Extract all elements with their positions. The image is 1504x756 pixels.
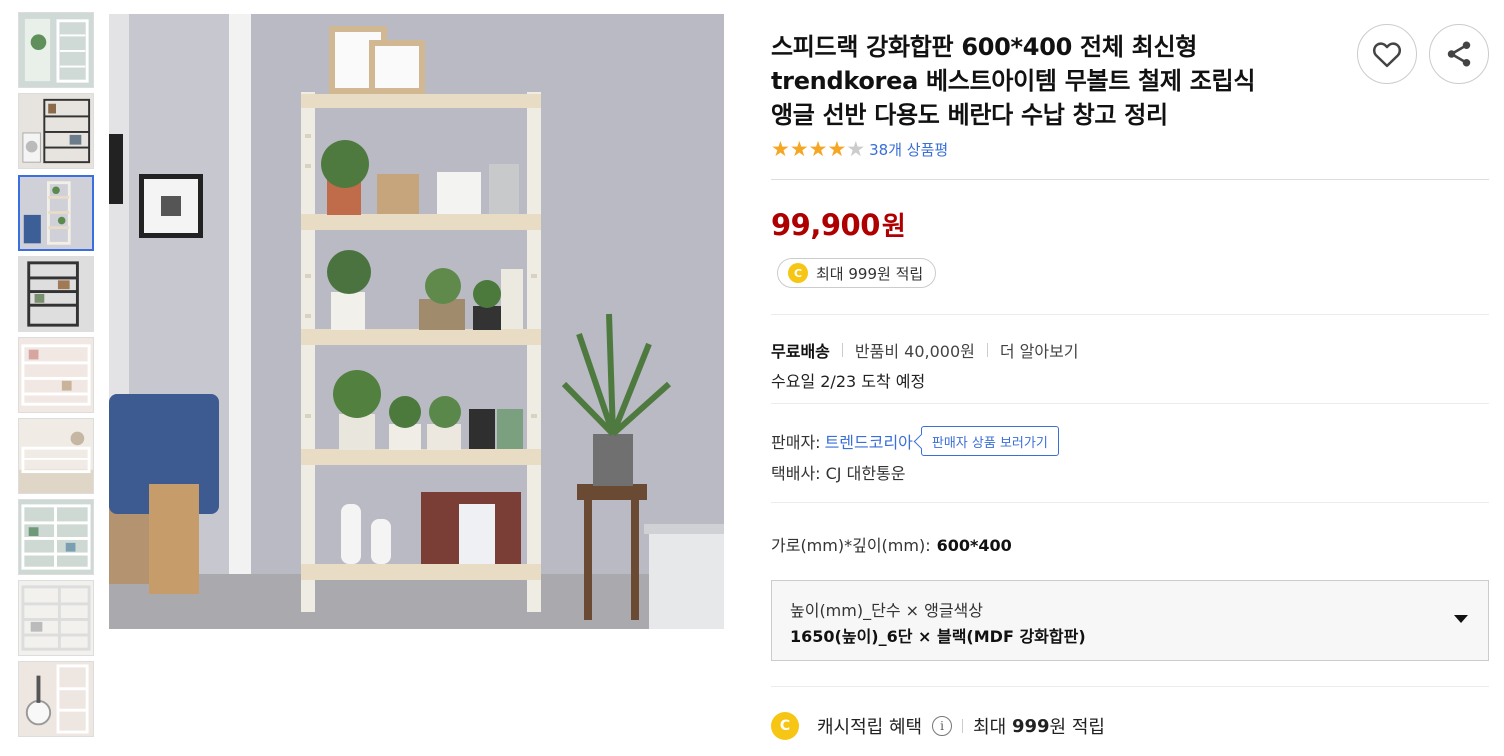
arrival-date: 수요일 2/23 도착 예정	[771, 372, 926, 391]
wishlist-button[interactable]	[1357, 24, 1417, 84]
cash-benefit-label: 캐시적립 혜택	[817, 717, 923, 738]
star-filled-icon: ★	[771, 137, 790, 161]
info-icon[interactable]: i	[932, 716, 953, 736]
benefit-amount: 999	[1011, 715, 1050, 737]
star-filled-icon: ★	[789, 137, 809, 161]
rating-row: ★ ★ ★ ★ ★ 38개 상품평	[771, 139, 948, 160]
option-label: 높이(mm)_단수 × 앵글색상	[790, 601, 983, 620]
divider	[771, 403, 1489, 404]
seller-label: 판매자:	[771, 433, 821, 452]
benefit-prefix: 최대	[973, 717, 1007, 738]
price-amount: 99,900	[771, 208, 880, 242]
cash-reward-text: 최대 999원 적립	[816, 264, 924, 283]
thumbnail-6[interactable]	[18, 418, 94, 494]
option-selected-value: 1650(높이)_6단 × 블랙(MDF 강화합판)	[790, 627, 1086, 646]
divider	[771, 686, 1489, 687]
thumbnail-3-selected[interactable]	[18, 175, 94, 251]
seller-row: 판매자: 트렌드코리아 판매자 상품 보러가기	[771, 426, 1059, 456]
product-title-line: 스피드랙 강화합판 600*400 전체 최신형	[771, 33, 1198, 61]
free-shipping-label: 무료배송	[771, 342, 830, 361]
courier-info: 택배사: CJ 대한통운	[771, 464, 906, 483]
product-title-line: trendkorea 베스트아이템 무볼트 철제 조립식	[771, 67, 1256, 95]
thumbnail-5[interactable]	[18, 337, 94, 413]
product-title-line: 앵글 선반 다용도 베란다 수납 창고 정리	[771, 101, 1168, 129]
divider	[771, 502, 1489, 503]
thumbnail-4[interactable]	[18, 256, 94, 332]
price-unit: 원	[881, 212, 906, 242]
star-filled-icon: ★	[827, 137, 847, 161]
thumbnail-8[interactable]	[18, 580, 94, 656]
divider	[771, 179, 1489, 180]
separator	[986, 343, 988, 357]
thumbnail-2[interactable]	[18, 93, 94, 169]
review-count-link[interactable]: 38개 상품평	[869, 139, 948, 160]
divider	[771, 314, 1489, 315]
main-product-image[interactable]	[109, 14, 724, 629]
learn-more-link[interactable]: 더 알아보기	[1000, 338, 1079, 362]
view-seller-products-button[interactable]: 판매자 상품 보러가기	[920, 426, 1059, 456]
heart-icon	[1372, 42, 1402, 68]
shipping-info: 무료배송 반품비 40,000원 더 알아보기	[771, 338, 1079, 362]
coin-icon: C	[771, 712, 799, 740]
caret-down-icon	[1454, 615, 1468, 623]
benefit-suffix: 원 적립	[1049, 717, 1105, 738]
return-fee: 반품비 40,000원	[854, 342, 975, 361]
thumbnail-1[interactable]	[18, 12, 94, 88]
cash-reward-chip: C 최대 999원 적립	[777, 258, 937, 288]
separator	[841, 343, 843, 357]
dimension-label: 가로(mm)*깊이(mm):	[771, 536, 931, 555]
cash-benefit-row: C 캐시적립 혜택 i 최대 999 원 적립	[771, 712, 1105, 740]
share-button[interactable]	[1429, 24, 1489, 84]
dimension-option: 가로(mm)*깊이(mm): 600*400	[771, 532, 1012, 556]
star-rating: ★ ★ ★ ★ ★	[771, 139, 865, 160]
separator	[962, 719, 964, 733]
seller-name-link[interactable]: 트렌드코리아	[825, 429, 913, 453]
star-empty-icon: ★	[846, 137, 866, 161]
star-filled-icon: ★	[808, 137, 828, 161]
dimension-value: 600*400	[936, 536, 1012, 555]
coin-icon: C	[788, 263, 808, 283]
price: 99,900원	[771, 206, 906, 243]
share-icon	[1447, 41, 1471, 67]
option-dropdown[interactable]: 높이(mm)_단수 × 앵글색상 1650(높이)_6단 × 블랙(MDF 강화…	[771, 580, 1489, 661]
product-title: 스피드랙 강화합판 600*400 전체 최신형 trendkorea 베스트아…	[771, 30, 1341, 132]
thumbnail-7[interactable]	[18, 499, 94, 575]
thumbnail-9[interactable]	[18, 661, 94, 737]
